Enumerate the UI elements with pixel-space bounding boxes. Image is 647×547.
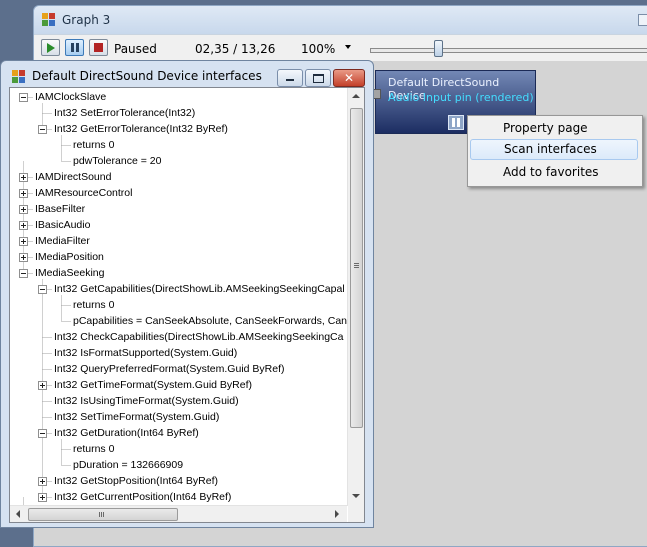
play-button[interactable] (41, 39, 60, 56)
collapse-icon[interactable] (38, 285, 47, 294)
tree-node[interactable]: Int32 GetTimeFormat(System.Guid ByRef) (54, 377, 252, 393)
tree-node[interactable]: Int32 IsFormatSupported(System.Guid) (54, 345, 237, 361)
tree-node[interactable]: IBasicAudio (35, 217, 90, 233)
tree-node[interactable]: Int32 IsUsingTimeFormat(System.Guid) (54, 393, 239, 409)
pause-button[interactable] (65, 39, 84, 56)
expand-icon[interactable] (38, 381, 47, 390)
scroll-right-icon[interactable] (335, 510, 339, 518)
pin-label: Audio Input pin (rendered) (388, 91, 534, 104)
tree-node[interactable]: Int32 GetCapabilities(DirectShowLib.AMSe… (54, 281, 345, 297)
expand-icon[interactable] (19, 253, 28, 262)
tree-node[interactable]: Int32 SetErrorTolerance(Int32) (54, 105, 195, 121)
minimize-button[interactable] (277, 69, 303, 87)
tree-node[interactable]: Int32 GetDuration(Int64 ByRef) (54, 425, 199, 441)
collapse-icon[interactable] (19, 269, 28, 278)
expand-icon[interactable] (38, 477, 47, 486)
tree-node[interactable]: Int32 GetStopPosition(Int64 ByRef) (54, 473, 218, 489)
tree-node[interactable]: IMediaFilter (35, 233, 90, 249)
pause-state-icon (448, 115, 464, 130)
graph-window-titlebar[interactable]: Graph 3 (34, 6, 647, 34)
collapse-icon[interactable] (19, 93, 28, 102)
expand-icon[interactable] (38, 493, 47, 502)
context-menu: Property page Scan interfaces Add to fav… (467, 115, 643, 187)
collapse-icon[interactable] (38, 125, 47, 134)
zoom-select[interactable]: 100% (301, 42, 335, 56)
expand-icon[interactable] (19, 205, 28, 214)
expand-icon[interactable] (19, 173, 28, 182)
tree-node[interactable]: IBaseFilter (35, 201, 85, 217)
graph-app-icon (42, 13, 56, 27)
horizontal-scroll-thumb[interactable] (28, 508, 178, 521)
tree-node[interactable]: Int32 SetTimeFormat(System.Guid) (54, 409, 219, 425)
tree-node[interactable]: IAMClockSlave (35, 89, 106, 105)
tree-node[interactable]: pCapabilities = CanSeekAbsolute, CanSeek… (73, 313, 347, 329)
scrollbar-corner (348, 506, 364, 522)
menu-item-scan-interfaces[interactable]: Scan interfaces (470, 139, 638, 160)
vertical-scrollbar[interactable] (347, 88, 364, 506)
scroll-up-icon[interactable] (352, 94, 360, 98)
tree-node[interactable]: returns 0 (73, 441, 114, 457)
stop-button[interactable] (89, 39, 108, 56)
tree-node[interactable]: IAMResourceControl (35, 185, 132, 201)
tree-node[interactable]: pDuration = 132666909 (73, 457, 183, 473)
tree-node[interactable]: Int32 GetErrorTolerance(Int32 ByRef) (54, 121, 228, 137)
chevron-down-icon[interactable] (345, 45, 351, 49)
tree-node[interactable]: IMediaSeeking (35, 265, 104, 281)
dialog-title: Default DirectSound Device interfaces (32, 69, 262, 83)
position-readout: 02,35 / 13,26 (195, 42, 276, 56)
tree-node[interactable]: IAMDirectSound (35, 169, 111, 185)
graph-window-title: Graph 3 (62, 13, 111, 27)
expand-icon[interactable] (19, 237, 28, 246)
tree-node[interactable]: Int32 CheckCapabilities(DirectShowLib.AM… (54, 329, 343, 345)
expand-icon[interactable] (19, 221, 28, 230)
tree-node[interactable]: returns 0 (73, 137, 114, 153)
menu-item-add-to-favorites[interactable]: Add to favorites (470, 162, 638, 183)
vertical-scroll-thumb[interactable] (350, 108, 363, 428)
tree-node[interactable]: pdwTolerance = 20 (73, 153, 161, 169)
close-button[interactable]: ✕ (333, 69, 365, 87)
tree-connector-lines (23, 97, 71, 508)
interfaces-dialog: Default DirectSound Device interfaces ✕ … (0, 60, 374, 528)
tree-node[interactable]: returns 0 (73, 297, 114, 313)
close-icon: ✕ (343, 71, 355, 85)
playback-state: Paused (114, 42, 157, 56)
tree-node[interactable]: IMediaPosition (35, 249, 104, 265)
scroll-down-icon[interactable] (352, 494, 360, 498)
dialog-app-icon (12, 70, 26, 84)
scroll-left-icon[interactable] (16, 510, 20, 518)
seek-slider[interactable] (370, 48, 647, 53)
horizontal-scrollbar[interactable] (10, 505, 347, 522)
expand-icon[interactable] (19, 189, 28, 198)
window-control-icon[interactable] (638, 14, 647, 26)
interfaces-tree[interactable]: IAMClockSlave Int32 SetErrorTolerance(Int… (9, 87, 365, 523)
seek-slider-thumb[interactable] (433, 40, 443, 57)
maximize-button[interactable] (305, 69, 331, 87)
menu-item-property-page[interactable]: Property page (470, 118, 638, 139)
tree-node[interactable]: Int32 QueryPreferredFormat(System.Guid B… (54, 361, 285, 377)
playback-toolbar: Paused 02,35 / 13,26 100% (34, 34, 647, 61)
tree-node[interactable]: Int32 GetCurrentPosition(Int64 ByRef) (54, 489, 231, 505)
collapse-icon[interactable] (38, 429, 47, 438)
